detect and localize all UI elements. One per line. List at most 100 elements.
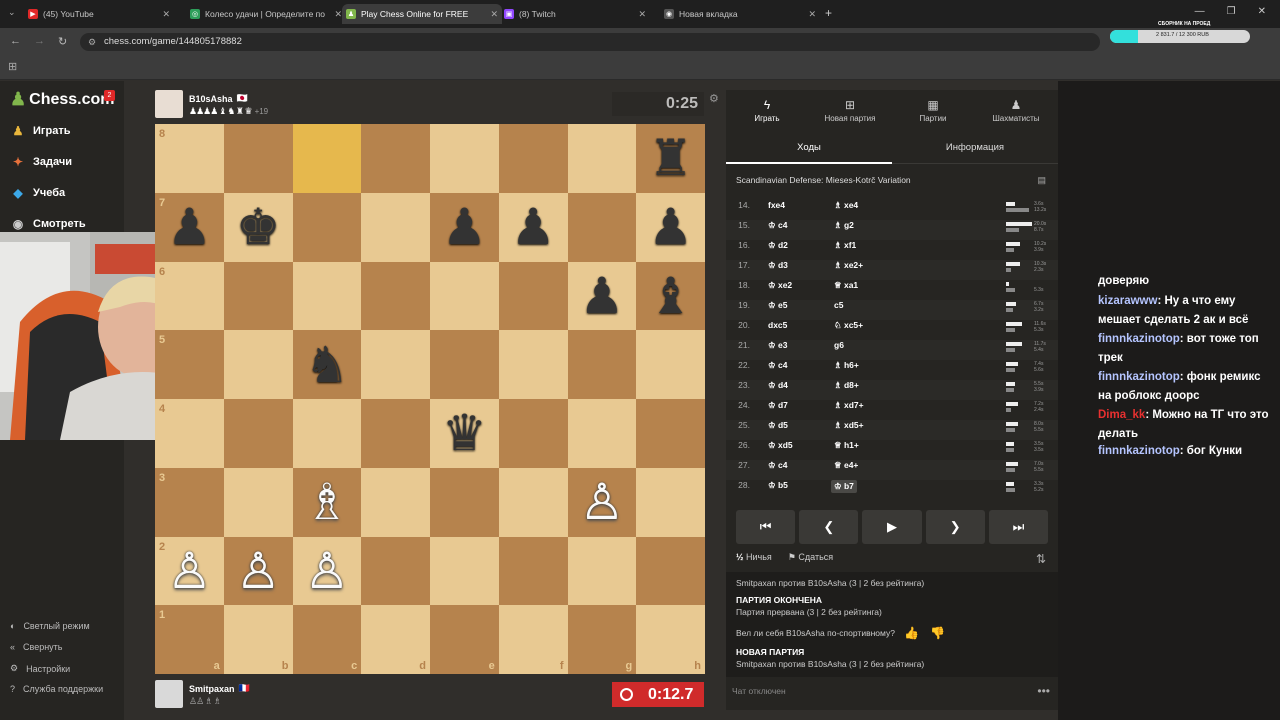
board-square[interactable]: c (292, 605, 362, 674)
board-square[interactable] (567, 536, 637, 606)
chat-username[interactable]: finnnkazinotop (1098, 371, 1180, 383)
white-move[interactable]: ♔ c4 (768, 220, 787, 231)
back-icon[interactable]: ← (10, 35, 21, 47)
board-square[interactable]: 8 (155, 124, 224, 193)
chess-piece[interactable]: ♟ (155, 193, 224, 262)
board-square[interactable] (361, 536, 430, 606)
next-move-button[interactable]: ❯ (925, 510, 985, 544)
board-square[interactable] (361, 192, 430, 262)
panel-tab[interactable]: ⊞ Новая партия (815, 98, 885, 123)
board-square[interactable]: b (223, 605, 293, 674)
white-move[interactable]: ♔ d4 (768, 380, 788, 391)
tab-close-icon[interactable]: ✕ (162, 9, 170, 20)
sidebar-footer-item[interactable]: ⚙ Настройки (10, 663, 70, 674)
thumbs-up-icon[interactable]: 👍 (904, 626, 919, 640)
apps-icon[interactable]: ⊞ (8, 60, 17, 73)
board-square[interactable] (430, 124, 499, 193)
board-square[interactable] (567, 124, 637, 193)
board-square[interactable]: f (498, 605, 568, 674)
black-move[interactable]: ♗ d8+ (834, 380, 859, 391)
resign-button[interactable]: ⚑ Сдаться (788, 552, 833, 563)
white-move[interactable]: ♔ d2 (768, 240, 788, 251)
board-square[interactable] (498, 399, 568, 468)
black-move[interactable]: ♗ xd5+ (834, 420, 864, 431)
board-settings-icon[interactable]: ⚙ (709, 92, 719, 105)
black-move[interactable]: ♗ xf1 (834, 240, 856, 251)
board-square[interactable] (567, 192, 637, 262)
browser-tab[interactable]: ▣ (8) Twitch ✕ (500, 4, 650, 24)
first-move-button[interactable]: ⏮ (736, 510, 796, 544)
chat-username[interactable]: finnnkazinotop (1098, 445, 1180, 457)
browser-tab[interactable]: ◎ Колесо удачи | Определите по ✕ (186, 4, 346, 24)
board-square[interactable] (498, 467, 568, 537)
sidebar-item[interactable]: ✦ Задачи (10, 155, 72, 169)
black-move[interactable]: ♗ xd7+ (834, 400, 864, 411)
chess-piece[interactable]: ♚ (224, 193, 293, 262)
board-square[interactable]: e (430, 605, 499, 674)
white-move[interactable]: ♔ c4 (768, 460, 787, 471)
minimize-icon[interactable]: — (1195, 6, 1205, 17)
black-move[interactable]: c5 (834, 300, 843, 310)
white-move[interactable]: dxc5 (768, 320, 787, 330)
board-square[interactable]: 4 (155, 399, 224, 468)
panel-tab[interactable]: ♟ Шахматисты (981, 98, 1051, 123)
url-input[interactable]: ⚙ chess.com/game/144805178882 (80, 33, 1100, 51)
browser-tab[interactable]: ▶ (45) YouTube ✕ (24, 4, 174, 24)
black-move[interactable]: ♕ e4+ (834, 460, 858, 471)
board-square[interactable] (498, 536, 568, 606)
white-move[interactable]: ♔ b5 (768, 480, 788, 491)
chess-piece[interactable]: ♜ (636, 124, 705, 193)
tab-close-icon[interactable]: ✕ (334, 9, 342, 20)
panel-tab[interactable]: ϟ Играть (732, 98, 802, 123)
board-square[interactable]: 3 (155, 467, 224, 537)
black-move[interactable]: ♕ h1+ (834, 440, 859, 451)
browser-tab[interactable]: ♟ Play Chess Online for FREE ✕ (342, 4, 502, 24)
notification-badge[interactable]: 2 (104, 90, 115, 101)
board-square[interactable] (430, 467, 499, 537)
chess-piece[interactable]: ♙ (155, 537, 224, 606)
maximize-icon[interactable]: ❐ (1227, 6, 1236, 17)
board-square[interactable] (223, 330, 293, 399)
board-square[interactable] (292, 261, 362, 331)
board-square[interactable]: h (636, 605, 705, 674)
draw-button[interactable]: ½ Ничья (736, 552, 772, 563)
chat-username[interactable]: kizarawww (1098, 295, 1157, 307)
tab-close-icon[interactable]: ✕ (638, 9, 646, 20)
chat-username[interactable]: finnnkazinotop (1098, 333, 1180, 345)
site-info-icon[interactable]: ⚙ (88, 33, 96, 51)
black-move[interactable]: ♗ xe2+ (834, 260, 863, 271)
chess-piece[interactable]: ♟ (568, 262, 637, 331)
chess-piece[interactable]: ♛ (430, 399, 499, 468)
board-square[interactable] (430, 536, 499, 606)
board-square[interactable] (223, 261, 293, 331)
new-tab-button[interactable]: + (825, 6, 832, 20)
board-square[interactable]: 1a (155, 605, 224, 674)
tab-close-icon[interactable]: ✕ (490, 9, 498, 20)
board-square[interactable] (361, 330, 430, 399)
opening-book-icon[interactable]: ▤ (1037, 175, 1046, 186)
chess-piece[interactable]: ♙ (568, 468, 637, 537)
board-square[interactable] (636, 467, 705, 537)
board-square[interactable]: g (567, 605, 637, 674)
previous-move-button[interactable]: ❮ (799, 510, 859, 544)
black-move[interactable]: ♗ xe4 (834, 200, 858, 211)
board-square[interactable] (430, 261, 499, 331)
board-square[interactable] (223, 399, 293, 468)
chess-piece[interactable]: ♙ (224, 537, 293, 606)
bottom-player-name[interactable]: Smitpaxan (189, 684, 235, 694)
sidebar-item[interactable]: ♟ Играть (10, 124, 71, 138)
more-options-icon[interactable]: ••• (1037, 684, 1050, 698)
board-square[interactable]: 6 (155, 261, 224, 331)
board-square[interactable] (498, 124, 568, 193)
thumbs-down-icon[interactable]: 👎 (930, 626, 945, 640)
bottom-player-avatar[interactable] (155, 680, 183, 708)
board-square[interactable] (223, 124, 293, 193)
tab-info[interactable]: Информация (892, 136, 1058, 164)
board-square[interactable] (430, 330, 499, 399)
top-player-avatar[interactable] (155, 90, 183, 118)
white-move[interactable]: ♔ xd5 (768, 440, 793, 451)
panel-tab[interactable]: ▦ Партии (898, 98, 968, 123)
flip-board-icon[interactable]: ⇅ (1036, 552, 1046, 566)
board-square[interactable] (636, 330, 705, 399)
board-square[interactable] (361, 399, 430, 468)
